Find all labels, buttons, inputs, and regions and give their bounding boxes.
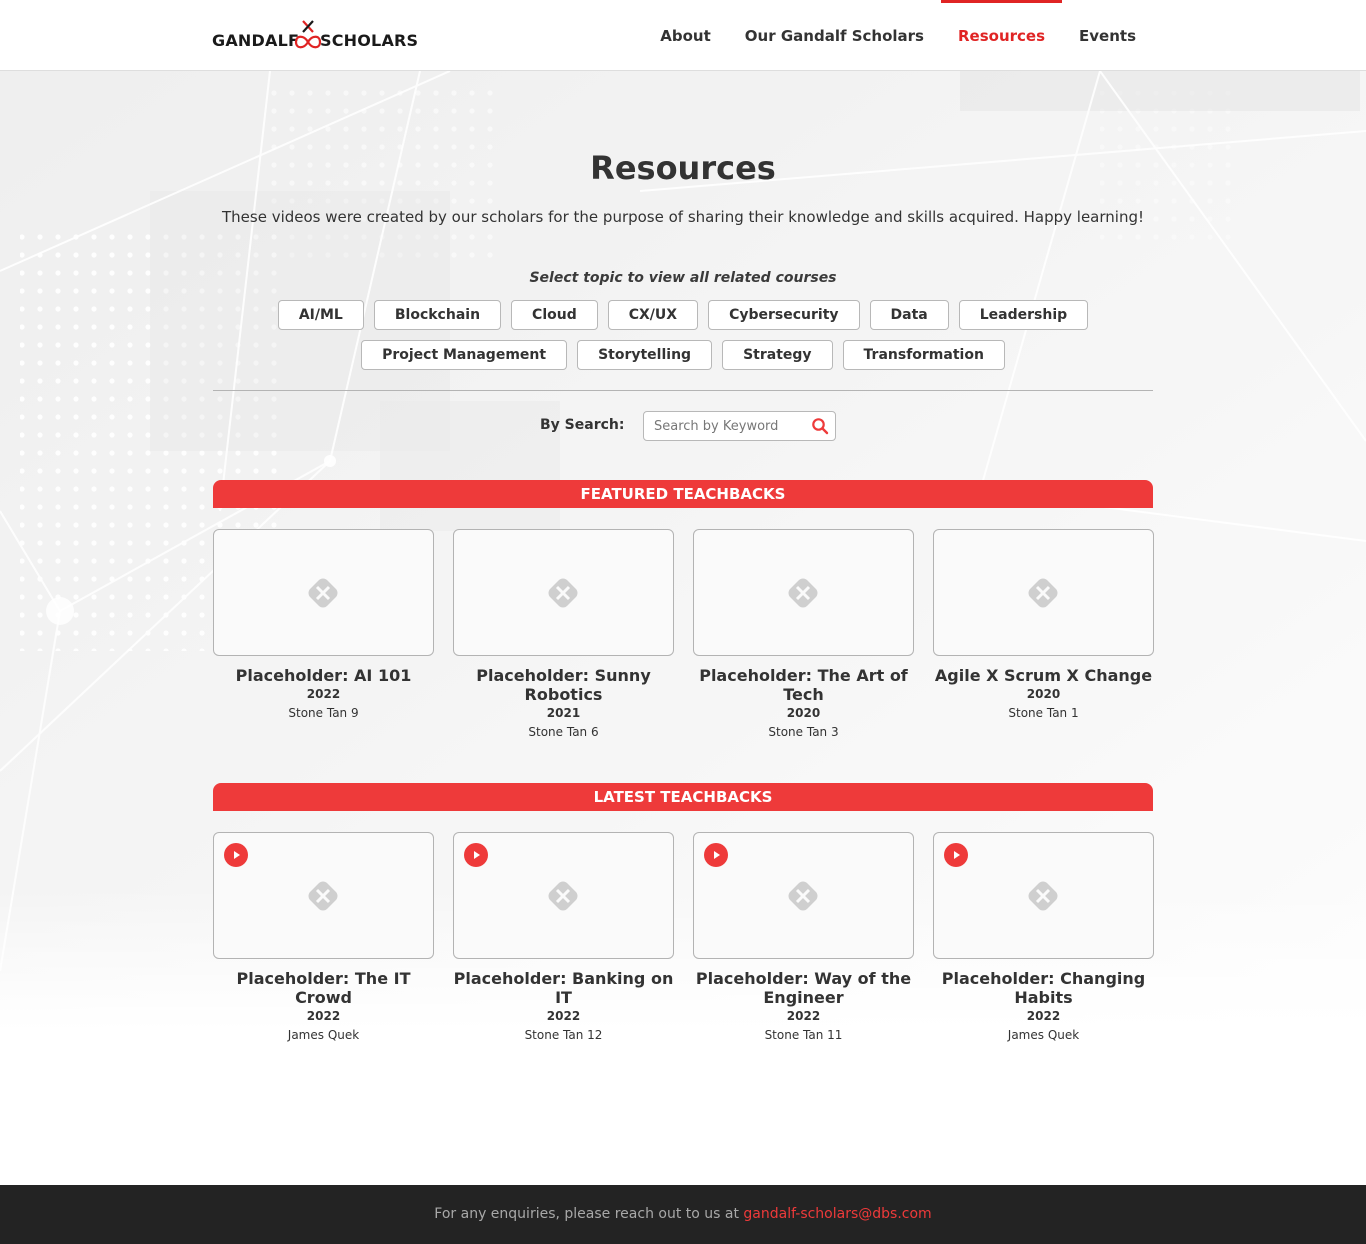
topic-chip-strategy[interactable]: Strategy bbox=[722, 340, 833, 370]
site-logo[interactable]: GANDALF SCHOLARS bbox=[212, 20, 422, 50]
topic-chip-ai-ml[interactable]: AI/ML bbox=[277, 300, 364, 330]
topic-chips-row-1: AI/ML Blockchain Cloud CX/UX Cybersecuri… bbox=[0, 300, 1366, 330]
latest-teachbacks-heading: LATEST TEACHBACKS bbox=[213, 783, 1153, 811]
video-thumbnail[interactable] bbox=[213, 832, 434, 959]
play-icon[interactable] bbox=[704, 843, 728, 867]
card-author: Stone Tan 3 bbox=[768, 725, 839, 739]
page-title: Resources bbox=[590, 149, 776, 187]
topic-chip-cloud[interactable]: Cloud bbox=[511, 300, 598, 330]
teachback-card[interactable]: Placeholder: The IT Crowd 2022 James Que… bbox=[213, 832, 434, 1045]
card-year: 2022 bbox=[786, 1009, 821, 1023]
card-year: 2020 bbox=[1026, 687, 1061, 701]
topic-chips-row-2: Project Management Storytelling Strategy… bbox=[0, 340, 1366, 370]
topic-chip-leadership[interactable]: Leadership bbox=[958, 300, 1089, 330]
card-author: Stone Tan 6 bbox=[528, 725, 599, 739]
card-year: 2022 bbox=[306, 687, 341, 701]
video-thumbnail[interactable] bbox=[453, 529, 674, 656]
topic-chip-storytelling[interactable]: Storytelling bbox=[577, 340, 713, 370]
broken-image-icon bbox=[308, 578, 338, 608]
card-year: 2022 bbox=[1026, 1009, 1061, 1023]
video-thumbnail[interactable] bbox=[213, 529, 434, 656]
search-input[interactable] bbox=[644, 412, 804, 440]
broken-image-icon bbox=[308, 881, 338, 911]
card-year: 2020 bbox=[786, 706, 821, 720]
search-icon[interactable] bbox=[811, 417, 829, 435]
card-title: Agile X Scrum X Change bbox=[934, 666, 1153, 685]
section-divider bbox=[213, 390, 1153, 391]
play-icon[interactable] bbox=[944, 843, 968, 867]
broken-image-icon bbox=[548, 881, 578, 911]
play-icon[interactable] bbox=[464, 843, 488, 867]
latest-teachbacks-list: Placeholder: The IT Crowd 2022 James Que… bbox=[213, 832, 1154, 1045]
card-author: Stone Tan 1 bbox=[1008, 706, 1079, 720]
card-author: Stone Tan 11 bbox=[764, 1028, 843, 1042]
topic-chip-cx-ux[interactable]: CX/UX bbox=[607, 300, 699, 330]
card-author: Stone Tan 9 bbox=[288, 706, 359, 720]
card-title: Placeholder: The IT Crowd bbox=[236, 969, 411, 1007]
logo-text-right: SCHOLARS bbox=[320, 31, 419, 50]
video-thumbnail[interactable] bbox=[693, 529, 914, 656]
featured-teachbacks-heading: FEATURED TEACHBACKS bbox=[213, 480, 1153, 508]
site-header: GANDALF SCHOLARS About Our Gandalf Schol… bbox=[0, 0, 1366, 71]
search-box bbox=[643, 411, 836, 441]
card-title: Placeholder: Banking on IT bbox=[453, 969, 674, 1007]
topic-chip-blockchain[interactable]: Blockchain bbox=[373, 300, 502, 330]
broken-image-icon bbox=[1028, 881, 1058, 911]
nav-events[interactable]: Events bbox=[1062, 0, 1153, 71]
play-icon[interactable] bbox=[224, 843, 248, 867]
teachback-card[interactable]: Placeholder: Sunny Robotics 2021 Stone T… bbox=[453, 529, 674, 742]
teachback-card[interactable]: Placeholder: Banking on IT 2022 Stone Ta… bbox=[453, 832, 674, 1045]
footer-enquiry-text: For any enquiries, please reach out to u… bbox=[434, 1206, 744, 1222]
topic-chip-project-management[interactable]: Project Management bbox=[361, 340, 568, 370]
logo-text-left: GANDALF bbox=[212, 31, 300, 50]
topic-chip-cybersecurity[interactable]: Cybersecurity bbox=[708, 300, 860, 330]
broken-image-icon bbox=[788, 881, 818, 911]
site-footer: For any enquiries, please reach out to u… bbox=[0, 1185, 1366, 1244]
topic-prompt: Select topic to view all related courses bbox=[529, 270, 837, 286]
main-nav: About Our Gandalf Scholars Resources Eve… bbox=[643, 0, 1153, 71]
topic-chip-data[interactable]: Data bbox=[869, 300, 949, 330]
video-thumbnail[interactable] bbox=[693, 832, 914, 959]
video-thumbnail[interactable] bbox=[933, 529, 1154, 656]
broken-image-icon bbox=[1028, 578, 1058, 608]
intro-text: These videos were created by our scholar… bbox=[222, 208, 1144, 226]
video-thumbnail[interactable] bbox=[933, 832, 1154, 959]
featured-teachbacks-list: Placeholder: AI 101 2022 Stone Tan 9 Pla… bbox=[213, 529, 1154, 742]
card-title: Placeholder: Changing Habits bbox=[941, 969, 1146, 1007]
teachback-card[interactable]: Placeholder: The Art of Tech 2020 Stone … bbox=[693, 529, 914, 742]
card-author: James Quek bbox=[287, 1028, 360, 1042]
card-year: 2022 bbox=[306, 1009, 341, 1023]
card-title: Placeholder: The Art of Tech bbox=[699, 666, 908, 704]
video-thumbnail[interactable] bbox=[453, 832, 674, 959]
teachback-card[interactable]: Placeholder: Changing Habits 2022 James … bbox=[933, 832, 1154, 1045]
nav-about[interactable]: About bbox=[643, 0, 728, 71]
broken-image-icon bbox=[788, 578, 818, 608]
teachback-card[interactable]: Agile X Scrum X Change 2020 Stone Tan 1 bbox=[933, 529, 1154, 742]
card-title: Placeholder: Sunny Robotics bbox=[476, 666, 651, 704]
card-title: Placeholder: Way of the Engineer bbox=[695, 969, 912, 1007]
nav-our-gandalf-scholars[interactable]: Our Gandalf Scholars bbox=[728, 0, 941, 71]
broken-image-icon bbox=[548, 578, 578, 608]
teachback-card[interactable]: Placeholder: AI 101 2022 Stone Tan 9 bbox=[213, 529, 434, 742]
card-title: Placeholder: AI 101 bbox=[235, 666, 412, 685]
card-author: James Quek bbox=[1007, 1028, 1080, 1042]
search-label: By Search: bbox=[540, 417, 625, 433]
footer-email-link[interactable]: gandalf-scholars@dbs.com bbox=[743, 1206, 931, 1222]
card-author: Stone Tan 12 bbox=[524, 1028, 603, 1042]
topic-chip-transformation[interactable]: Transformation bbox=[842, 340, 1005, 370]
card-year: 2021 bbox=[546, 706, 581, 720]
card-year: 2022 bbox=[546, 1009, 581, 1023]
nav-resources[interactable]: Resources bbox=[940, 0, 1063, 71]
teachback-card[interactable]: Placeholder: Way of the Engineer 2022 St… bbox=[693, 832, 914, 1045]
